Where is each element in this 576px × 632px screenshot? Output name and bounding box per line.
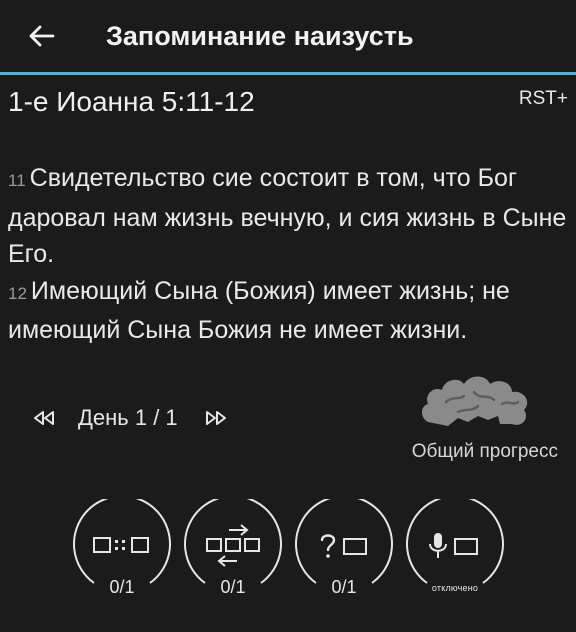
next-day-button[interactable] — [202, 404, 230, 432]
word-blanks-mode-button[interactable]: 0/1 — [72, 499, 172, 599]
overall-progress-label: Общий прогресс — [411, 441, 558, 462]
mode-progress-count: 0/1 — [220, 577, 246, 597]
overall-progress-button[interactable] — [418, 372, 534, 430]
fast-forward-icon — [205, 411, 226, 425]
passage-text: 11 Свидетельство сие состоит в том, что Б… — [8, 160, 568, 349]
word-blanks-icon — [93, 537, 149, 553]
shuffle-words-mode-button[interactable]: 0/1 — [183, 499, 283, 599]
mode-progress-count: 0/1 — [331, 577, 357, 597]
day-navigation: День 1 / 1 — [30, 402, 230, 434]
mode-progress-count: 0/1 — [109, 577, 135, 597]
microphone-icon — [429, 533, 478, 558]
arrow-left-icon — [29, 25, 55, 47]
day-label: День 1 / 1 — [78, 405, 178, 430]
bible-version[interactable]: RST+ — [519, 88, 568, 110]
back-button[interactable] — [24, 18, 60, 54]
verse-text: Свидетельство сие состоит в том, что Бог… — [8, 164, 567, 268]
quiz-mode-button[interactable]: 0/1 — [294, 499, 394, 599]
verse-12: 12 Имеющий Сына (Божия) имеет жизнь; не и… — [8, 277, 510, 345]
app-bar: Запоминание наизусть — [0, 0, 576, 75]
verse-number: 11 — [8, 171, 26, 190]
rewind-icon — [34, 411, 54, 425]
verse-text: Имеющий Сына (Божия) имеет жизнь; не име… — [8, 276, 510, 345]
mode-progress-count: отключено — [431, 583, 479, 593]
previous-day-button[interactable] — [30, 404, 58, 432]
verse-11: 11 Свидетельство сие состоит в том, что Б… — [8, 164, 566, 268]
quiz-icon — [320, 534, 367, 558]
passage-reference: 1-е Иоанна 5:11-12 — [8, 86, 255, 117]
voice-mode-button[interactable]: отключено — [405, 499, 505, 599]
shuffle-words-icon — [206, 524, 260, 567]
verse-number: 12 — [8, 283, 27, 303]
page-title: Запоминание наизусть — [106, 21, 414, 51]
brain-icon — [422, 376, 528, 426]
